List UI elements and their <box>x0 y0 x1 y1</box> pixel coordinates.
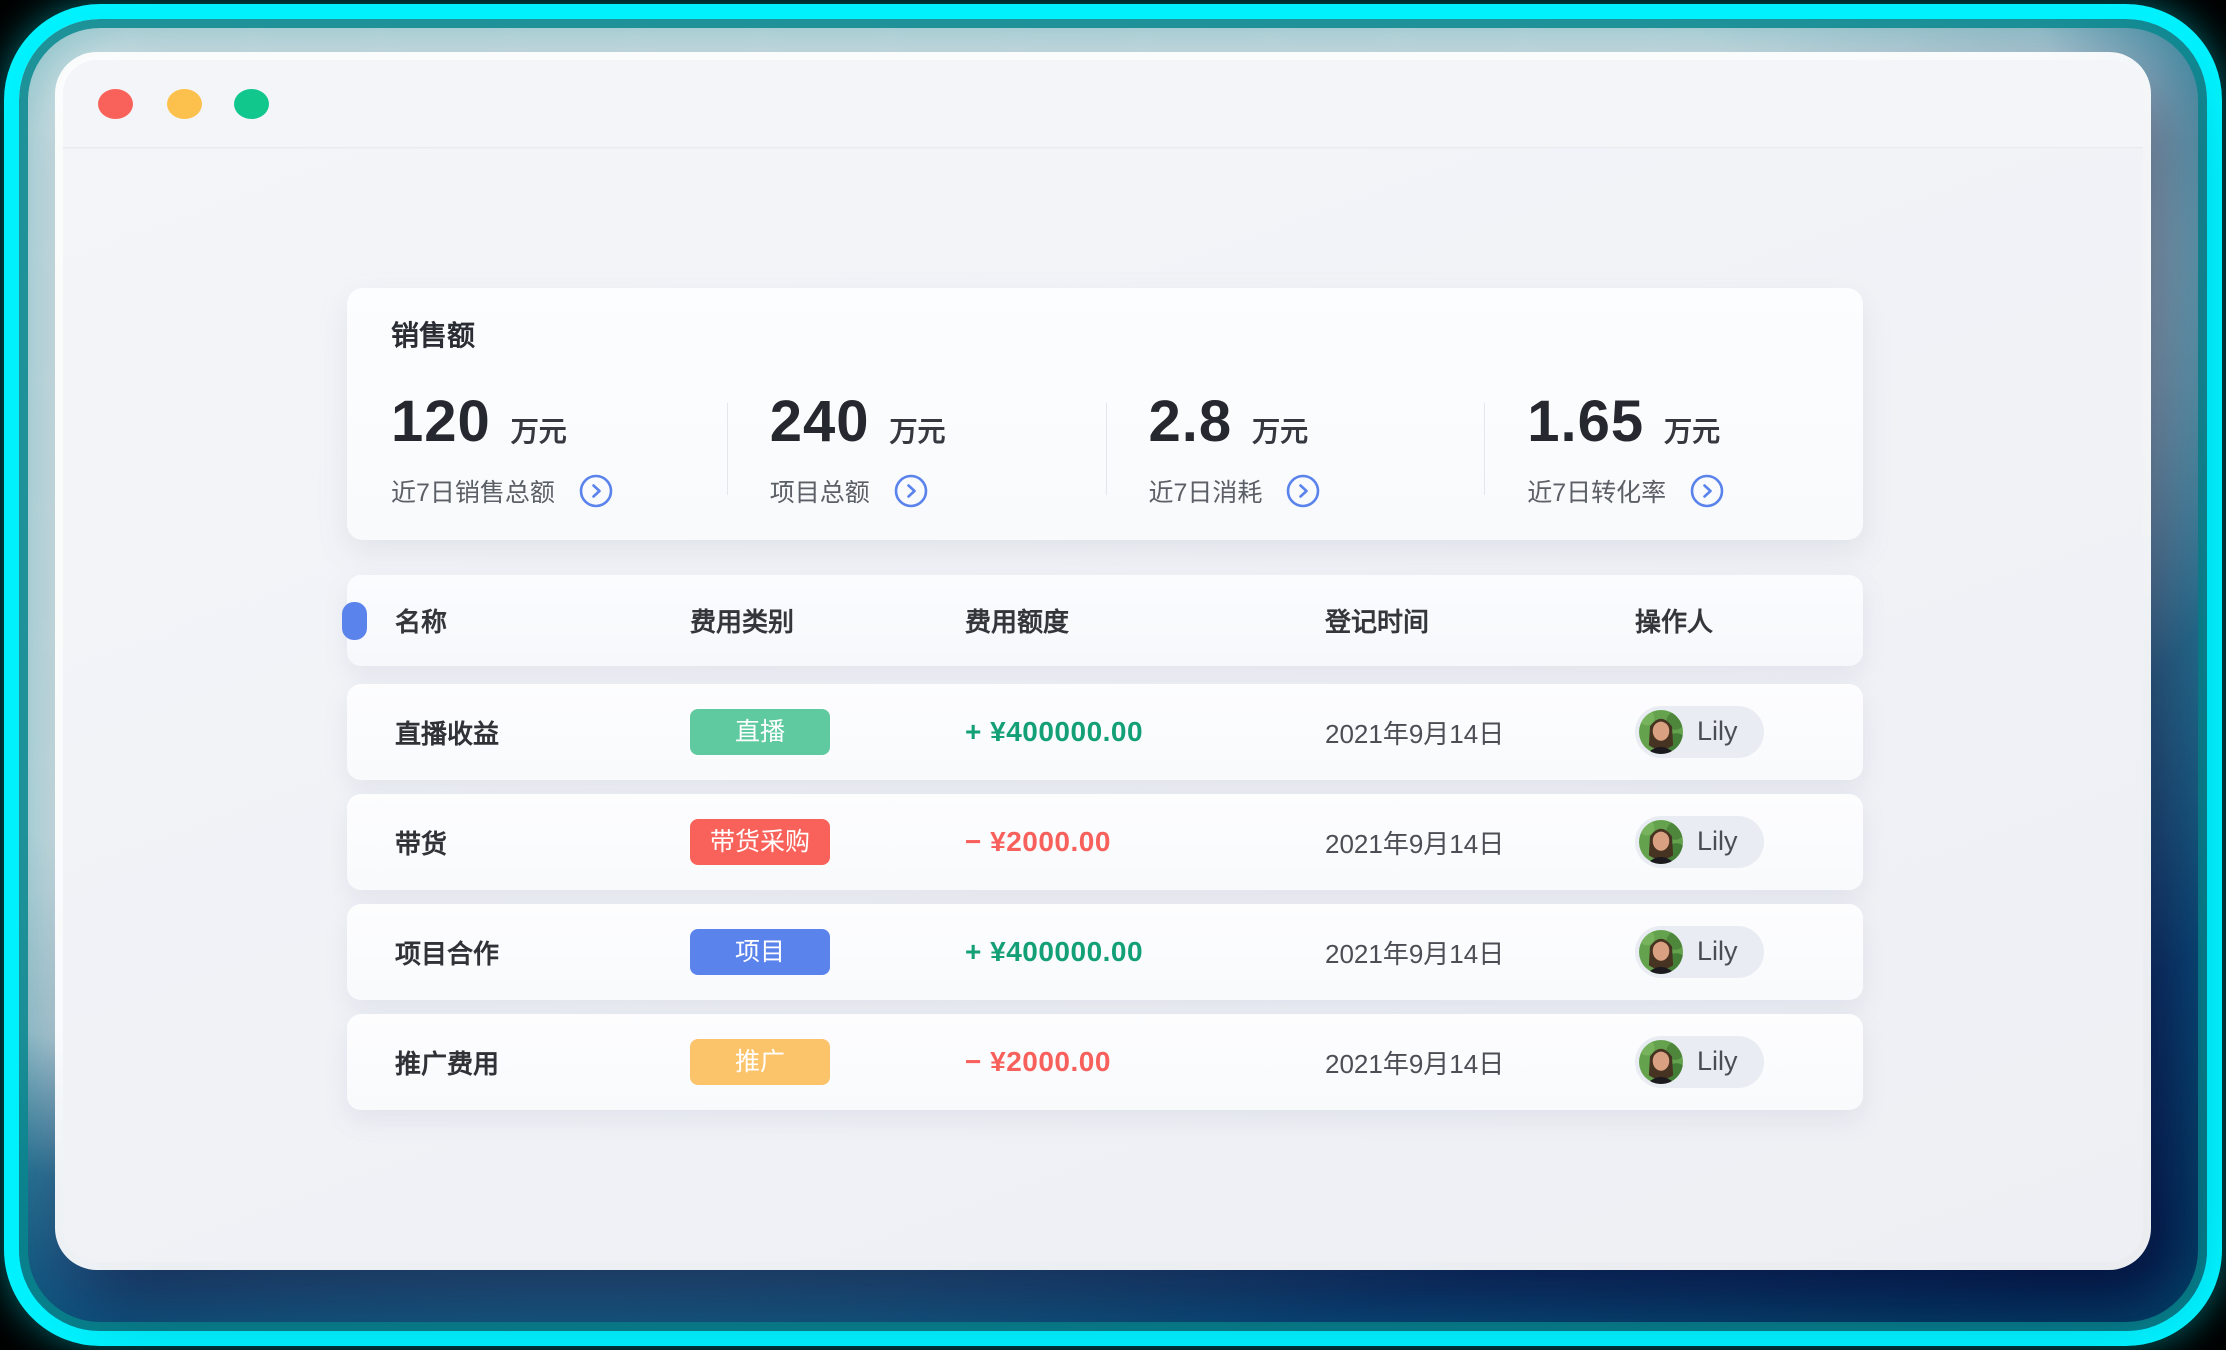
row-name: 带货 <box>395 828 448 859</box>
category-badge: 直播 <box>690 709 830 755</box>
stat-label: 近7日消耗 <box>1148 479 1263 507</box>
operator-name: Lily <box>1697 1046 1738 1076</box>
stat-label: 项目总额 <box>769 479 870 507</box>
circle-arrow-icon[interactable] <box>1286 474 1320 508</box>
stat-label-row: 项目总额 <box>770 473 1106 509</box>
window-content: 销售额 120 万元 近7日销售总额 240 万元 项目总额 2.8 万元 近7… <box>63 149 2143 1262</box>
operator-name: Lily <box>1697 936 1738 966</box>
operator-pill: Lily <box>1635 815 1764 868</box>
avatar <box>1639 819 1683 864</box>
stat-label-row: 近7日消耗 <box>1149 473 1485 509</box>
header-accent-marker <box>342 601 367 640</box>
stat-value: 2.8 <box>1148 389 1233 454</box>
operator-name: Lily <box>1697 826 1738 856</box>
stat-value: 120 <box>391 389 491 454</box>
operator-pill: Lily <box>1635 925 1764 978</box>
stat-label-row: 近7日转化率 <box>1527 473 1863 509</box>
stat-label: 近7日转化率 <box>1527 479 1667 507</box>
avatar <box>1639 1039 1683 1084</box>
row-category-cell: 推广 <box>690 1039 965 1085</box>
row-category-cell: 项目 <box>690 929 965 975</box>
row-date: 2021年9月14日 <box>1325 718 1505 749</box>
stat-unit: 万元 <box>1252 416 1309 447</box>
row-operator-cell: Lily <box>1635 1035 1863 1089</box>
row-operator-cell: Lily <box>1635 925 1863 979</box>
row-amount: − ¥2000.00 <box>965 1046 1111 1077</box>
avatar <box>1639 709 1683 754</box>
operator-pill: Lily <box>1635 1035 1764 1088</box>
stat-label-row: 近7日销售总额 <box>391 473 727 509</box>
row-date: 2021年9月14日 <box>1325 1048 1505 1079</box>
stat-item: 2.8 万元 近7日消耗 <box>1149 388 1485 509</box>
stat-divider <box>1105 402 1107 495</box>
stat-label: 近7日销售总额 <box>391 479 555 507</box>
window-titlebar <box>63 60 2143 148</box>
table-rows: 直播收益 直播 + ¥400000.00 2021年9月14日 Lily 带货 … <box>347 684 1863 1110</box>
stat-value-row: 240 万元 <box>770 388 1106 455</box>
zoom-button[interactable] <box>234 89 269 119</box>
stat-value-row: 1.65 万元 <box>1527 388 1863 455</box>
column-header-date: 登记时间 <box>1325 607 1430 637</box>
column-header-category: 费用类别 <box>690 607 795 637</box>
operator-pill: Lily <box>1635 705 1764 758</box>
row-operator-cell: Lily <box>1635 705 1863 759</box>
stat-divider <box>726 402 728 495</box>
stat-item: 120 万元 近7日销售总额 <box>391 388 727 509</box>
stat-value-row: 2.8 万元 <box>1149 388 1485 455</box>
row-name: 推广费用 <box>395 1048 500 1079</box>
stat-value-row: 120 万元 <box>391 388 727 455</box>
column-header-operator: 操作人 <box>1635 607 1714 637</box>
column-header-name: 名称 <box>395 607 448 637</box>
avatar <box>1639 929 1683 974</box>
circle-arrow-icon[interactable] <box>579 474 613 508</box>
stat-item: 240 万元 项目总额 <box>770 388 1106 509</box>
table-header-row: 名称 费用类别 费用额度 登记时间 操作人 <box>342 575 1863 666</box>
category-badge: 带货采购 <box>690 819 830 865</box>
circle-arrow-icon[interactable] <box>1690 474 1724 508</box>
stat-unit: 万元 <box>510 416 567 447</box>
table-row[interactable]: 带货 带货采购 − ¥2000.00 2021年9月14日 Lily <box>347 794 1863 890</box>
row-category-cell: 带货采购 <box>690 819 965 865</box>
stat-unit: 万元 <box>889 416 946 447</box>
column-header-amount: 费用额度 <box>965 607 1070 637</box>
minimize-button[interactable] <box>167 89 202 119</box>
table-row[interactable]: 推广费用 推广 − ¥2000.00 2021年9月14日 Lily <box>347 1014 1863 1110</box>
stage: 销售额 120 万元 近7日销售总额 240 万元 项目总额 2.8 万元 近7… <box>0 0 2226 1350</box>
stat-value: 1.65 <box>1527 389 1645 454</box>
row-amount: + ¥400000.00 <box>965 716 1144 747</box>
row-name: 直播收益 <box>395 718 500 749</box>
stats-row: 120 万元 近7日销售总额 240 万元 项目总额 2.8 万元 近7日消耗 … <box>391 388 1863 509</box>
close-button[interactable] <box>98 89 133 119</box>
row-category-cell: 直播 <box>690 709 965 755</box>
app-window: 销售额 120 万元 近7日销售总额 240 万元 项目总额 2.8 万元 近7… <box>63 60 2143 1262</box>
table-row[interactable]: 项目合作 项目 + ¥400000.00 2021年9月14日 Lily <box>347 904 1863 1000</box>
stat-divider <box>1484 402 1486 495</box>
row-date: 2021年9月14日 <box>1325 828 1505 859</box>
table-row[interactable]: 直播收益 直播 + ¥400000.00 2021年9月14日 Lily <box>347 684 1863 780</box>
category-badge: 推广 <box>690 1039 830 1085</box>
row-operator-cell: Lily <box>1635 815 1863 869</box>
operator-name: Lily <box>1697 716 1738 746</box>
row-date: 2021年9月14日 <box>1325 938 1505 969</box>
row-amount: + ¥400000.00 <box>965 936 1144 967</box>
row-amount: − ¥2000.00 <box>965 826 1111 857</box>
category-badge: 项目 <box>690 929 830 975</box>
stat-value: 240 <box>769 389 870 454</box>
stat-unit: 万元 <box>1664 416 1721 447</box>
sales-card: 销售额 120 万元 近7日销售总额 240 万元 项目总额 2.8 万元 近7… <box>347 288 1863 540</box>
row-name: 项目合作 <box>395 938 500 969</box>
sales-card-title: 销售额 <box>391 320 476 351</box>
circle-arrow-icon[interactable] <box>894 474 928 508</box>
stat-item: 1.65 万元 近7日转化率 <box>1527 388 1863 509</box>
